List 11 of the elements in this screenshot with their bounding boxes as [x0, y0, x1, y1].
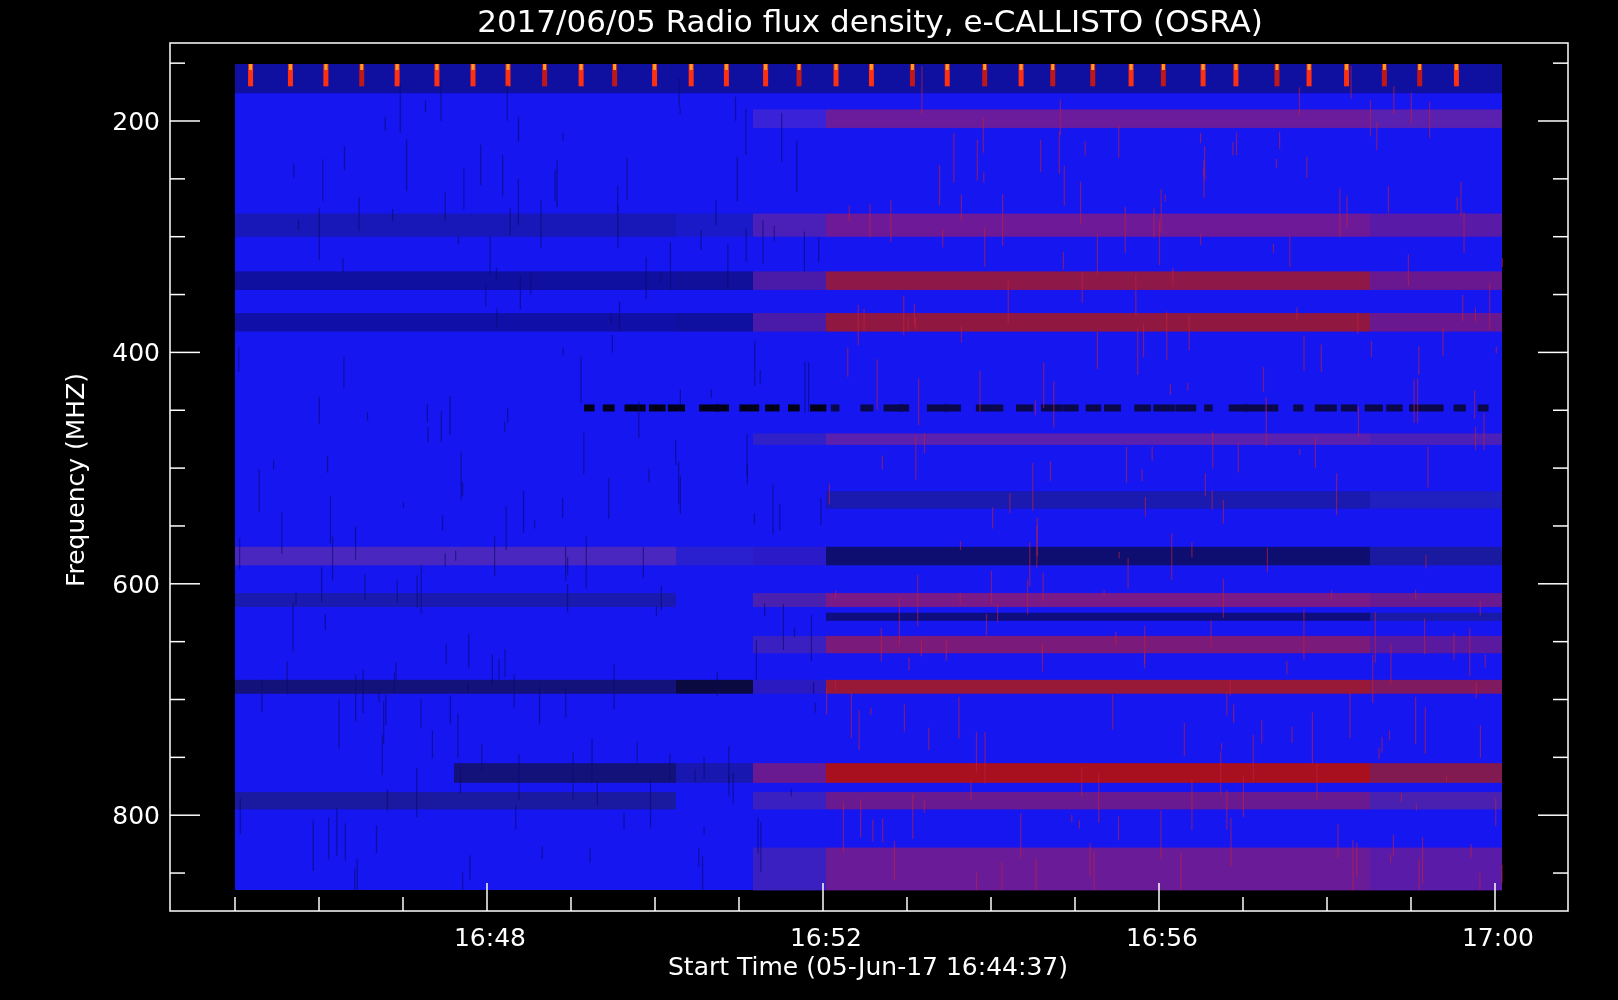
tick-label: 17:00: [1462, 923, 1534, 952]
tick-label: 800: [112, 801, 160, 831]
tick-label: 16:48: [454, 923, 526, 952]
x-axis-label: Start Time (05-Jun-17 16:44:37): [668, 952, 1068, 981]
tick-label: 200: [112, 107, 160, 136]
tick-label: 16:52: [790, 923, 862, 952]
tick-label: 16:56: [1126, 923, 1198, 952]
tick-label: 600: [112, 569, 160, 599]
chart-title: 2017/06/05 Radio flux density, e-CALLISTO (OSRA): [477, 3, 1263, 39]
y-axis-label: Frequency (MHZ): [61, 372, 90, 588]
tick-label: 400: [112, 338, 160, 368]
